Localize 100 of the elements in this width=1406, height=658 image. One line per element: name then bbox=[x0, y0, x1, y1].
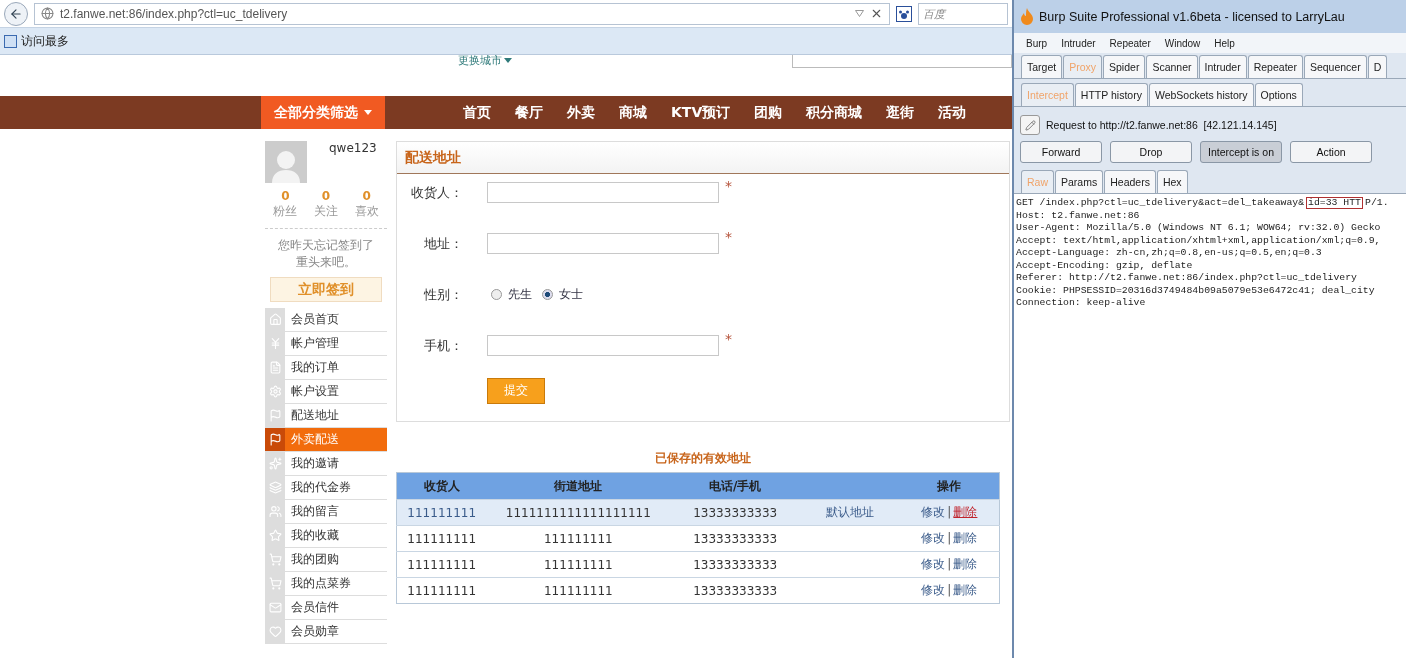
request-line: Accept-Encoding: gzip, deflate bbox=[1016, 259, 1194, 272]
sidebar-item[interactable]: 我的订单 bbox=[265, 356, 387, 380]
menu-icon bbox=[268, 481, 282, 494]
table-cell: 默认地址 bbox=[800, 499, 900, 526]
sidebar-item[interactable]: 我的点菜券 bbox=[265, 572, 387, 596]
toolbar-button[interactable]: Action bbox=[1290, 141, 1372, 163]
tab[interactable]: Params bbox=[1055, 170, 1104, 193]
nav-link[interactable]: 外卖 bbox=[567, 103, 595, 122]
sidebar-item[interactable]: 帐户设置 bbox=[265, 380, 387, 404]
table-cell: 111111111 bbox=[486, 551, 671, 578]
bookmark-link[interactable]: 访问最多 bbox=[4, 32, 69, 50]
sidebar-item[interactable]: 我的邀请 bbox=[265, 452, 387, 476]
stat-count: 0 bbox=[321, 189, 331, 203]
close-icon[interactable] bbox=[870, 7, 883, 20]
tab[interactable]: Options bbox=[1254, 83, 1303, 106]
toolbar-button[interactable]: Drop bbox=[1110, 141, 1192, 163]
caret-icon bbox=[364, 110, 372, 115]
menu-icon bbox=[268, 433, 282, 446]
input-field[interactable] bbox=[487, 182, 719, 203]
site-search-field[interactable] bbox=[792, 55, 1012, 68]
checkin-notice: 您昨天忘记签到了重头来吧。 bbox=[265, 228, 387, 271]
action-link[interactable]: 修改 bbox=[921, 531, 946, 545]
nav-link[interactable]: 积分商城 bbox=[806, 103, 863, 122]
menu-item[interactable]: Window bbox=[1164, 37, 1201, 49]
sidebar-item[interactable]: 会员勋章 bbox=[265, 620, 387, 644]
menu-icon bbox=[268, 457, 282, 470]
field-label: 性别： bbox=[423, 285, 463, 304]
menu-icon bbox=[268, 361, 282, 374]
tab[interactable]: Sequencer bbox=[1303, 55, 1367, 78]
stat-count: 0 bbox=[362, 189, 371, 203]
tab[interactable]: D bbox=[1367, 55, 1388, 78]
pencil-icon[interactable] bbox=[1020, 115, 1040, 135]
nav-link[interactable]: 团购 bbox=[754, 103, 783, 122]
sidebar-item[interactable]: 我的代金券 bbox=[265, 476, 387, 500]
tab[interactable]: Target bbox=[1021, 55, 1063, 78]
tab[interactable]: Hex bbox=[1156, 170, 1188, 193]
column-header: 电话/手机 bbox=[670, 472, 801, 500]
paw-icon[interactable] bbox=[896, 5, 912, 22]
menu-item[interactable]: Burp bbox=[1026, 37, 1048, 49]
globe-icon bbox=[41, 7, 54, 20]
tab[interactable]: Repeater bbox=[1247, 55, 1303, 78]
stat-label: 关注 bbox=[314, 203, 338, 220]
nav-link[interactable]: KTV预订 bbox=[671, 103, 731, 122]
menu-icon bbox=[268, 577, 282, 590]
action-link[interactable]: 删除 bbox=[953, 505, 978, 519]
nav-link[interactable]: 首页 bbox=[463, 103, 491, 122]
back-button[interactable] bbox=[4, 1, 28, 26]
input-field[interactable] bbox=[487, 233, 719, 254]
page-icon bbox=[4, 34, 17, 48]
tab[interactable]: HTTP history bbox=[1074, 83, 1148, 106]
action-link[interactable]: 删除 bbox=[953, 531, 978, 545]
menu-item[interactable]: Help bbox=[1214, 37, 1235, 49]
tab[interactable]: Scanner bbox=[1146, 55, 1198, 78]
action-link[interactable]: 删除 bbox=[953, 557, 978, 571]
column-header: 收货人 bbox=[396, 472, 487, 500]
request-editor[interactable] bbox=[1014, 194, 1406, 658]
nav-link[interactable]: 活动 bbox=[938, 103, 967, 122]
sidebar-item[interactable]: 帐户管理 bbox=[265, 332, 387, 356]
menu-icon bbox=[268, 529, 282, 542]
tab[interactable]: Headers bbox=[1104, 170, 1156, 193]
dropdown-icon[interactable] bbox=[855, 10, 864, 17]
radio-button[interactable] bbox=[542, 289, 553, 300]
action-link[interactable]: 修改 bbox=[921, 583, 946, 597]
table-cell: 111111111 bbox=[396, 577, 487, 604]
separator: | bbox=[947, 505, 952, 519]
radio-label: 女士 bbox=[559, 286, 583, 303]
city-link[interactable]: 更换城市 bbox=[458, 55, 512, 66]
sidebar-item[interactable]: 配送地址 bbox=[265, 404, 387, 428]
menu-icon bbox=[268, 601, 282, 614]
sidebar-item[interactable]: 会员首页 bbox=[265, 308, 387, 332]
nav-link[interactable]: 餐厅 bbox=[515, 103, 543, 122]
table-title: 已保存的有效地址 bbox=[654, 450, 752, 467]
address-field[interactable]: t2.fanwe.net:86/index.php?ctl=uc_tdelivery bbox=[34, 2, 890, 25]
nav-link[interactable]: 逛街 bbox=[886, 103, 915, 122]
search-field[interactable]: 百度 bbox=[918, 2, 1008, 25]
toolbar-button[interactable]: Forward bbox=[1020, 141, 1102, 163]
action-link[interactable]: 修改 bbox=[921, 505, 946, 519]
menu-icon bbox=[268, 625, 282, 638]
tab[interactable]: WebSockets history bbox=[1148, 83, 1254, 106]
tab[interactable]: Intruder bbox=[1198, 55, 1247, 78]
request-line: GET /index.php?ctl=uc_tdelivery&act=del_takeaway& id=33 HTT P/1. bbox=[1016, 197, 1390, 210]
sidebar-item[interactable]: 我的团购 bbox=[265, 548, 387, 572]
table-cell: 111111111 bbox=[396, 525, 487, 552]
toolbar-button[interactable]: Intercept is on bbox=[1200, 141, 1282, 163]
menu-item[interactable]: Repeater bbox=[1109, 37, 1151, 49]
column-header: 操作 bbox=[899, 472, 1000, 500]
sidebar-item[interactable]: 会员信件 bbox=[265, 596, 387, 620]
action-link[interactable]: 修改 bbox=[921, 557, 946, 571]
request-line: Cookie: PHPSESSID=20316d3749484b09a5079e53e6472c41; deal_city bbox=[1016, 284, 1376, 297]
action-link[interactable]: 删除 bbox=[953, 583, 978, 597]
username: qwe123 bbox=[329, 141, 377, 157]
sidebar-item[interactable]: 我的收藏 bbox=[265, 524, 387, 548]
table-cell: 13333333333 bbox=[670, 577, 801, 604]
menu-item[interactable]: Intruder bbox=[1061, 37, 1096, 49]
radio-button[interactable] bbox=[491, 289, 502, 300]
nav-link[interactable]: 商城 bbox=[619, 103, 647, 122]
table-cell: 111111111 bbox=[396, 499, 487, 526]
input-field[interactable] bbox=[487, 335, 719, 356]
tab[interactable]: Spider bbox=[1103, 55, 1146, 78]
sidebar-item[interactable]: 我的留言 bbox=[265, 500, 387, 524]
